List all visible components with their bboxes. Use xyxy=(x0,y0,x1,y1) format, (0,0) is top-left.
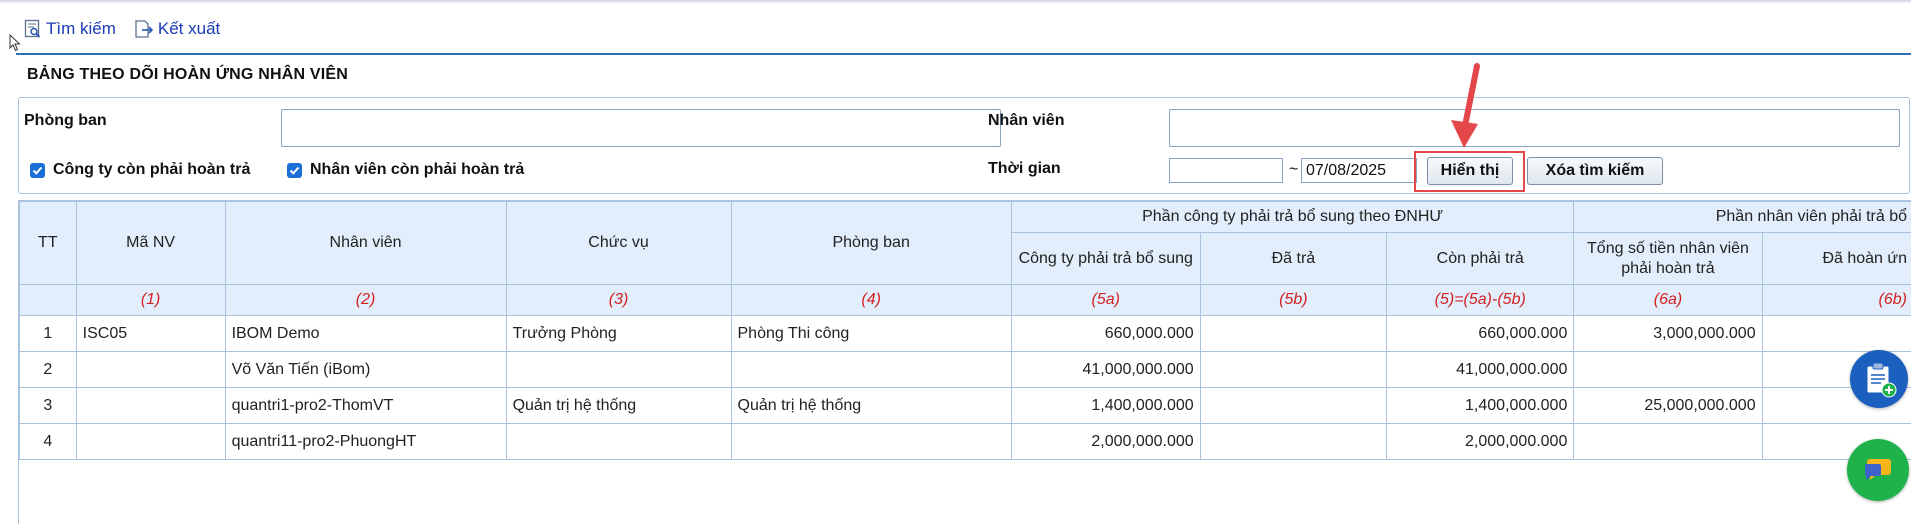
header-position: Chức vụ xyxy=(506,202,731,285)
cell-refunded xyxy=(1762,316,1911,352)
employee-owes-checkbox[interactable]: Nhân viên còn phải hoàn trả xyxy=(287,161,524,179)
cell-position: Quản trị hệ thống xyxy=(506,388,731,424)
header-tt: TT xyxy=(20,202,77,285)
header-department: Phòng ban xyxy=(731,202,1011,285)
index-cell: (5)=(5a)-(5b) xyxy=(1387,285,1574,316)
toolbar-divider xyxy=(16,53,1911,55)
cell-tt: 4 xyxy=(20,424,77,460)
cell-company-extra-link[interactable]: 1,400,000.000 xyxy=(1011,388,1200,424)
cell-emp-code xyxy=(76,388,225,424)
checkbox-checked-icon xyxy=(287,163,302,178)
cell-company-extra-link[interactable]: 2,000,000.000 xyxy=(1011,424,1200,460)
filter-panel: Phòng ban Nhân viên Công ty còn phải hoà… xyxy=(18,97,1910,194)
cell-position xyxy=(506,352,731,388)
cell-employee-link[interactable]: IBOM Demo xyxy=(225,316,506,352)
cell-remaining: 2,000,000.000 xyxy=(1387,424,1574,460)
table-row[interactable]: 2 Võ Văn Tiến (iBom) 41,000,000.000 41,0… xyxy=(20,352,1911,388)
search-tool-button[interactable]: Tìm kiếm xyxy=(24,19,116,39)
results-table: TT Mã NV Nhân viên Chức vụ Phòng ban Phầ… xyxy=(19,201,1911,460)
export-tool-button[interactable]: Kết xuất xyxy=(134,19,220,39)
cell-emp-code xyxy=(76,424,225,460)
header-paid: Đã trả xyxy=(1200,233,1386,285)
cell-company-extra-link[interactable]: 41,000,000.000 xyxy=(1011,352,1200,388)
cell-remaining: 1,400,000.000 xyxy=(1387,388,1574,424)
header-company-group: Phần công ty phải trả bổ sung theo ĐNHƯ xyxy=(1011,202,1574,233)
index-cell: (4) xyxy=(731,285,1011,316)
company-owes-label: Công ty còn phải hoàn trả xyxy=(53,161,250,179)
department-input[interactable] xyxy=(281,109,1001,147)
search-document-icon xyxy=(24,19,42,39)
cell-emp-code: ISC05 xyxy=(76,316,225,352)
top-strip xyxy=(0,0,1911,3)
page-title: BẢNG THEO DÕI HOÀN ỨNG NHÂN VIÊN xyxy=(27,66,348,84)
employee-label: Nhân viên xyxy=(988,112,1064,130)
cell-department xyxy=(731,352,1011,388)
cell-employee-link[interactable]: Võ Văn Tiến (iBom) xyxy=(225,352,506,388)
header-emp-code: Mã NV xyxy=(76,202,225,285)
cell-employee-total-link[interactable]: 3,000,000.000 xyxy=(1574,316,1762,352)
cell-employee-total-link[interactable]: 25,000,000.000 xyxy=(1574,388,1762,424)
cell-company-extra-link[interactable]: 660,000.000 xyxy=(1011,316,1200,352)
date-from-input[interactable] xyxy=(1169,158,1283,183)
department-label: Phòng ban xyxy=(24,112,107,130)
table-row[interactable]: 4 quantri11-pro2-PhuongHT 2,000,000.000 … xyxy=(20,424,1911,460)
index-cell: (5b) xyxy=(1200,285,1386,316)
cell-employee-total-link[interactable] xyxy=(1574,424,1762,460)
checkbox-checked-icon xyxy=(30,163,45,178)
company-owes-checkbox[interactable]: Công ty còn phải hoàn trả xyxy=(30,161,250,179)
date-separator: ~ xyxy=(1289,161,1298,179)
toolbar: Tìm kiếm Kết xuất xyxy=(24,16,220,42)
index-cell: (6b) xyxy=(1762,285,1911,316)
header-employee-total: Tổng số tiền nhân viên phải hoàn trả xyxy=(1574,233,1762,285)
cell-position xyxy=(506,424,731,460)
cell-position: Trưởng Phòng xyxy=(506,316,731,352)
cell-department xyxy=(731,424,1011,460)
clear-search-button[interactable]: Xóa tìm kiếm xyxy=(1527,157,1663,185)
time-label: Thời gian xyxy=(988,160,1061,178)
cell-emp-code xyxy=(76,352,225,388)
header-remaining: Còn phải trả xyxy=(1387,233,1574,285)
clipboard-add-fab[interactable] xyxy=(1850,350,1908,408)
header-refunded: Đã hoàn ứn xyxy=(1762,233,1911,285)
index-cell: (6a) xyxy=(1574,285,1762,316)
cell-tt: 1 xyxy=(20,316,77,352)
clipboard-add-icon xyxy=(1861,360,1897,398)
cell-employee-total-link[interactable] xyxy=(1574,352,1762,388)
cell-paid xyxy=(1200,352,1386,388)
header-employee: Nhân viên xyxy=(225,202,506,285)
employee-input[interactable] xyxy=(1169,109,1900,147)
table-row[interactable]: 1 ISC05 IBOM Demo Trưởng Phòng Phòng Thi… xyxy=(20,316,1911,352)
cell-paid xyxy=(1200,388,1386,424)
index-cell: (3) xyxy=(506,285,731,316)
cell-remaining: 41,000,000.000 xyxy=(1387,352,1574,388)
index-cell: (2) xyxy=(225,285,506,316)
export-tool-label: Kết xuất xyxy=(158,19,220,39)
cell-paid xyxy=(1200,424,1386,460)
cell-employee-link[interactable]: quantri11-pro2-PhuongHT xyxy=(225,424,506,460)
chat-icon xyxy=(1862,455,1894,485)
index-cell: (5a) xyxy=(1011,285,1200,316)
cell-remaining: 660,000.000 xyxy=(1387,316,1574,352)
date-to-input[interactable]: 07/08/2025 xyxy=(1301,158,1417,183)
annotation-arrow-icon xyxy=(1446,62,1486,152)
export-icon xyxy=(134,19,154,39)
cell-paid xyxy=(1200,316,1386,352)
employee-owes-label: Nhân viên còn phải hoàn trả xyxy=(310,161,524,179)
header-company-extra: Công ty phải trả bổ sung xyxy=(1011,233,1200,285)
cell-department: Phòng Thi công xyxy=(731,316,1011,352)
index-cell-empty xyxy=(20,285,77,316)
mouse-cursor-icon xyxy=(9,34,21,52)
cell-department: Quản trị hệ thống xyxy=(731,388,1011,424)
cell-tt: 2 xyxy=(20,352,77,388)
results-table-container: TT Mã NV Nhân viên Chức vụ Phòng ban Phầ… xyxy=(18,200,1911,524)
cell-employee-link[interactable]: quantri1-pro2-ThomVT xyxy=(225,388,506,424)
index-cell: (1) xyxy=(76,285,225,316)
cell-tt: 3 xyxy=(20,388,77,424)
header-employee-group: Phần nhân viên phải trả bổ xyxy=(1574,202,1911,233)
chat-fab[interactable] xyxy=(1847,439,1909,501)
search-tool-label: Tìm kiếm xyxy=(46,19,116,39)
table-row[interactable]: 3 quantri1-pro2-ThomVT Quản trị hệ thống… xyxy=(20,388,1911,424)
show-button[interactable]: Hiển thị xyxy=(1427,157,1513,185)
